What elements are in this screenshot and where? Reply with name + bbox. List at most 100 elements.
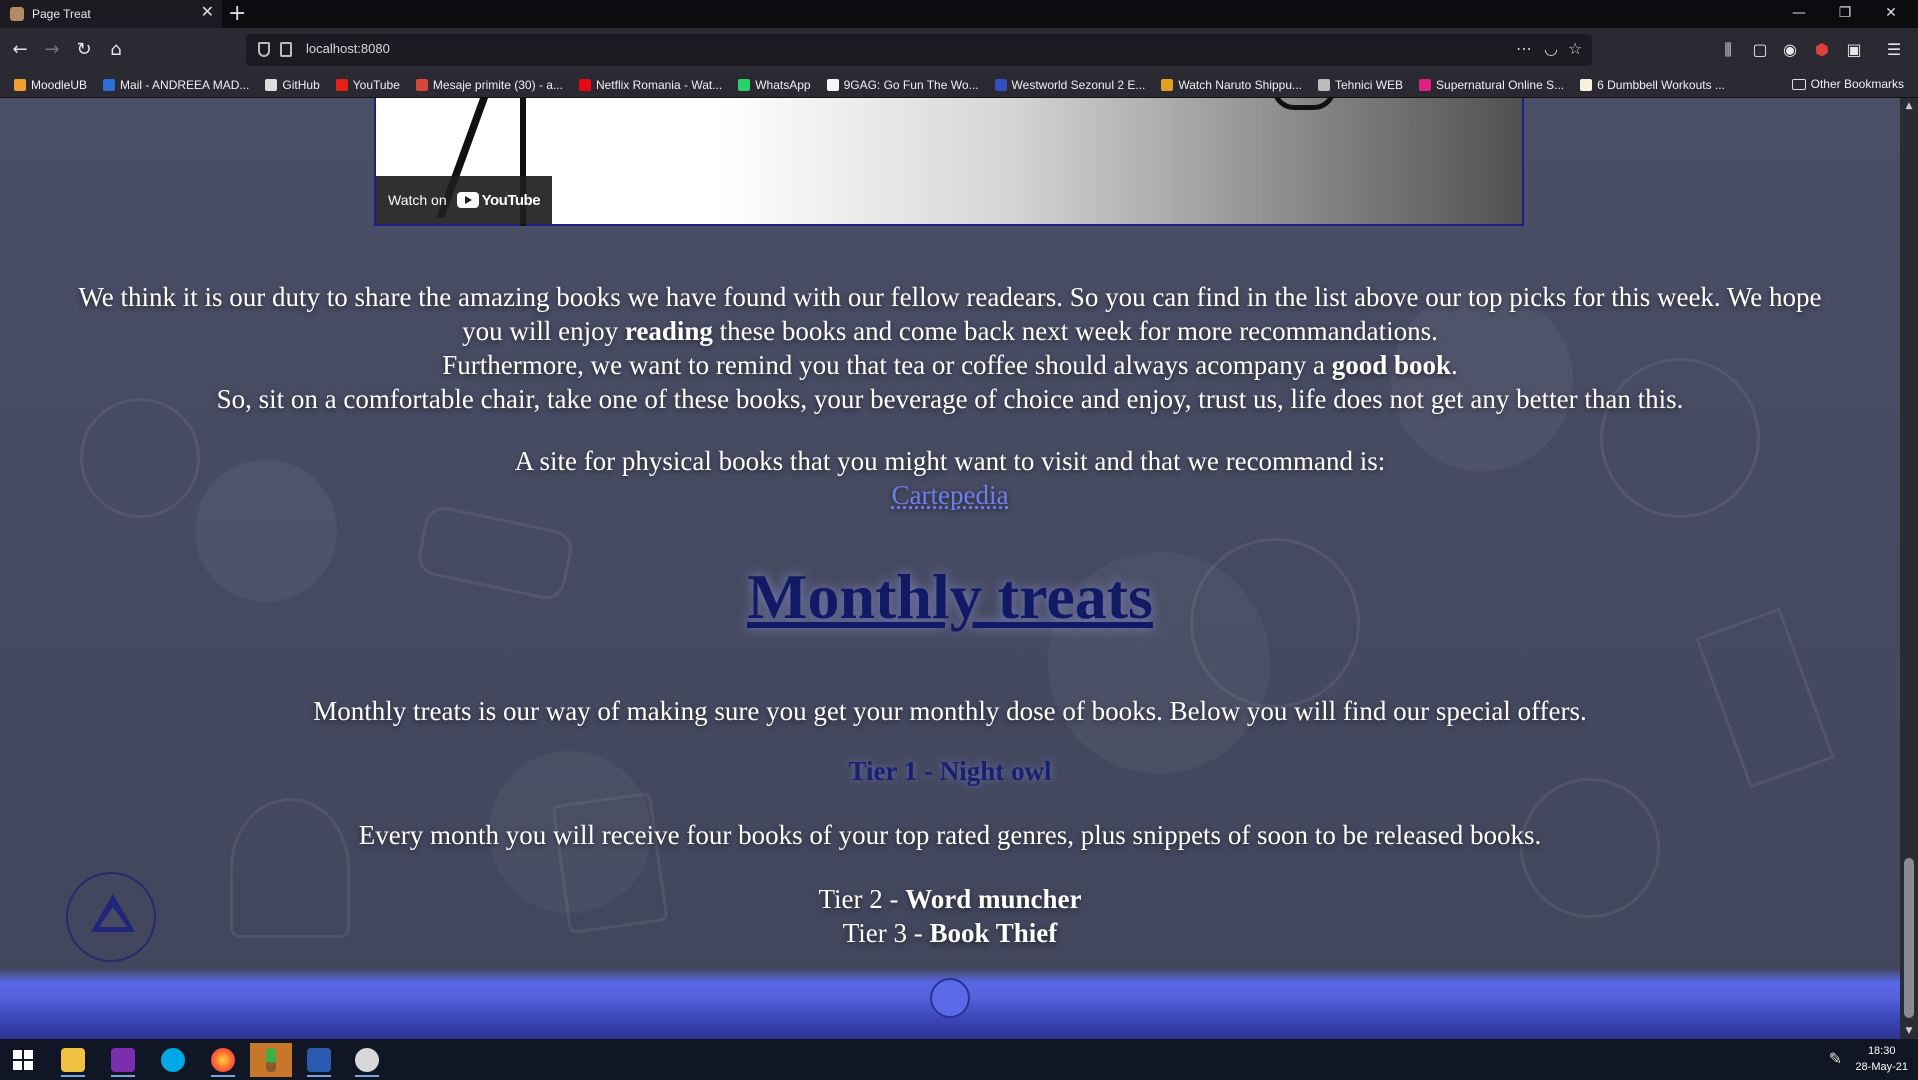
- watch-on-label: Watch on: [388, 192, 447, 208]
- footer-circle-button[interactable]: [930, 978, 970, 1018]
- clock-time: 18:30: [1867, 1045, 1896, 1057]
- page-actions-icon[interactable]: ⋯: [1516, 40, 1532, 58]
- navigation-toolbar: ← → ↻ ⌂ localhost:8080 ⋯ ◡ ☆ ⫼ ▢ ◉ ⬢ ▣ ☰: [0, 28, 1918, 72]
- bookmark-item[interactable]: GitHub: [265, 77, 320, 92]
- windows-taskbar: ✎ 18:30 28-May-21: [0, 1039, 1918, 1080]
- windows-logo-icon: [13, 1050, 33, 1070]
- site-text: A site for physical books that you might…: [514, 446, 1386, 476]
- youtube-play-icon: [456, 192, 479, 208]
- adblock-icon[interactable]: ⬢: [1810, 38, 1834, 62]
- bookmark-favicon-icon: [14, 78, 26, 91]
- close-tab-icon[interactable]: ✕: [201, 5, 214, 21]
- bookmark-item[interactable]: 9GAG: Go Fun The Wo...: [826, 77, 979, 92]
- scroll-up-arrow-icon[interactable]: ▲: [1900, 98, 1918, 114]
- close-window-button[interactable]: ✕: [1868, 0, 1914, 28]
- address-bar[interactable]: localhost:8080 ⋯ ◡ ☆: [246, 34, 1592, 66]
- tier-3-prefix: Tier 3 -: [842, 918, 930, 948]
- scroll-to-top-triangle-icon[interactable]: [66, 872, 156, 962]
- intro-line-4: So, sit on a comfortable chair, take one…: [216, 384, 1684, 414]
- scrollbar-thumb[interactable]: [1904, 858, 1914, 1018]
- youtube-embed[interactable]: Watch on YouTube: [374, 98, 1524, 226]
- page-info-icon[interactable]: [280, 42, 292, 57]
- bookmark-label: Tehnici WEB: [1335, 77, 1404, 92]
- bookmark-label: 9GAG: Go Fun The Wo...: [843, 77, 979, 92]
- tier-1-heading[interactable]: Tier 1 - Night owl: [0, 756, 1900, 787]
- monthly-treats-heading: Monthly treats: [747, 561, 1153, 632]
- bookmarks-toolbar: MoodleUB Mail - ANDREEA MAD... GitHub YouTu…: [0, 72, 1918, 98]
- intro-line-3: Furthermore, we want to remind you that …: [12, 348, 1888, 382]
- bookmark-favicon-icon: [1419, 78, 1432, 91]
- tier-1-description: Every month you will receive four books …: [358, 820, 1542, 850]
- bookmark-item[interactable]: Watch Naruto Shippu...: [1161, 78, 1302, 92]
- bookmark-favicon-icon: [103, 78, 116, 91]
- powershell-icon[interactable]: [298, 1043, 340, 1077]
- extension-icon[interactable]: ▣: [1842, 38, 1866, 62]
- minimize-button[interactable]: —: [1776, 0, 1822, 28]
- triangle-inner: [99, 907, 127, 927]
- skype-icon[interactable]: [152, 1043, 194, 1077]
- firefox-icon[interactable]: [202, 1043, 244, 1077]
- intro-bold-good-book: good book: [1331, 350, 1452, 380]
- watch-on-youtube-button[interactable]: Watch on YouTube: [376, 176, 553, 224]
- onenote-icon[interactable]: [102, 1043, 144, 1077]
- clock-date: 28-May-21: [1855, 1061, 1908, 1073]
- intro-text: .: [1451, 350, 1458, 380]
- bookmark-label: Westworld Sezonul 2 E...: [1011, 77, 1146, 92]
- intro-line-1: We think it is our duty to share the ama…: [78, 282, 1822, 312]
- page-favicon-icon: [10, 7, 24, 21]
- file-explorer-icon[interactable]: [52, 1043, 94, 1077]
- intro-text: these books and come back next week for …: [712, 316, 1438, 346]
- system-clock[interactable]: 18:30 28-May-21: [1855, 1043, 1908, 1075]
- recommended-site: A site for physical books that you might…: [0, 444, 1900, 512]
- intro-text: you will enjoy: [462, 316, 625, 346]
- bookmark-star-icon[interactable]: ☆: [1568, 40, 1582, 58]
- bookmark-item[interactable]: Tehnici WEB: [1318, 78, 1403, 92]
- tier-3-item[interactable]: Tier 3 - Book Thief: [0, 916, 1900, 950]
- other-tiers: Tier 2 - Word muncher Tier 3 - Book Thie…: [0, 882, 1900, 950]
- tab-page-treat[interactable]: Page Treat ✕: [0, 0, 222, 28]
- scroll-down-arrow-icon[interactable]: ▼: [1900, 1023, 1918, 1039]
- tab-strip: Page Treat ✕ + — ❐ ✕: [0, 0, 1918, 28]
- bookmark-favicon-icon: [265, 78, 278, 91]
- forward-arrow-icon[interactable]: →: [40, 38, 64, 62]
- bookmark-item[interactable]: 6 Dumbbell Workouts ...: [1580, 78, 1725, 92]
- tier-2-name: Word muncher: [905, 884, 1082, 914]
- folder-icon: [1791, 78, 1806, 90]
- bookmark-favicon-icon: [826, 78, 839, 91]
- bookmark-item[interactable]: Westworld Sezonul 2 E...: [994, 77, 1146, 92]
- restore-button[interactable]: ❐: [1822, 0, 1868, 28]
- bookmark-item[interactable]: WhatsApp: [738, 78, 811, 92]
- pen-icon[interactable]: ✎: [1829, 1049, 1842, 1068]
- page-scrollbar[interactable]: ▲ ▼: [1900, 98, 1918, 1039]
- start-button[interactable]: [2, 1043, 44, 1077]
- url-text[interactable]: localhost:8080: [306, 41, 390, 56]
- bookmark-item[interactable]: Mesaje primite (30) - a...: [415, 78, 563, 92]
- library-icon[interactable]: ⫼: [1716, 38, 1740, 62]
- paint-icon[interactable]: [346, 1043, 388, 1077]
- account-icon[interactable]: ◉: [1778, 38, 1802, 62]
- new-tab-button[interactable]: +: [228, 2, 246, 26]
- tree-app-icon[interactable]: [250, 1043, 292, 1077]
- cartepedia-link[interactable]: Cartepedia: [892, 478, 1009, 512]
- bookmark-item[interactable]: Mail - ANDREEA MAD...: [103, 78, 249, 92]
- tracking-shield-icon[interactable]: [258, 42, 270, 57]
- other-bookmarks-folder[interactable]: Other Bookmarks: [1791, 77, 1904, 91]
- bookmark-label: GitHub: [282, 77, 320, 92]
- bookmark-label: Supernatural Online S...: [1436, 77, 1565, 92]
- bookmark-label: Watch Naruto Shippu...: [1178, 77, 1302, 92]
- bookmark-favicon-icon: [415, 78, 428, 91]
- menu-hamburger-icon[interactable]: ☰: [1882, 38, 1906, 62]
- pocket-icon[interactable]: ◡: [1544, 40, 1558, 58]
- sidebar-icon[interactable]: ▢: [1748, 38, 1772, 62]
- bookmark-item[interactable]: MoodleUB: [14, 78, 87, 92]
- bookmark-item[interactable]: Netflix Romania - Wat...: [578, 78, 722, 92]
- bookmark-favicon-icon: [1161, 78, 1174, 91]
- home-icon[interactable]: ⌂: [104, 38, 128, 62]
- back-arrow-icon[interactable]: ←: [8, 38, 32, 62]
- bookmark-item[interactable]: Supernatural Online S...: [1419, 78, 1564, 92]
- bookmark-item[interactable]: YouTube: [335, 78, 400, 92]
- tier-2-prefix: Tier 2 -: [818, 884, 906, 914]
- reload-icon[interactable]: ↻: [72, 38, 96, 62]
- youtube-wordmark: YouTube: [481, 191, 541, 209]
- tier-2-item[interactable]: Tier 2 - Word muncher: [0, 882, 1900, 916]
